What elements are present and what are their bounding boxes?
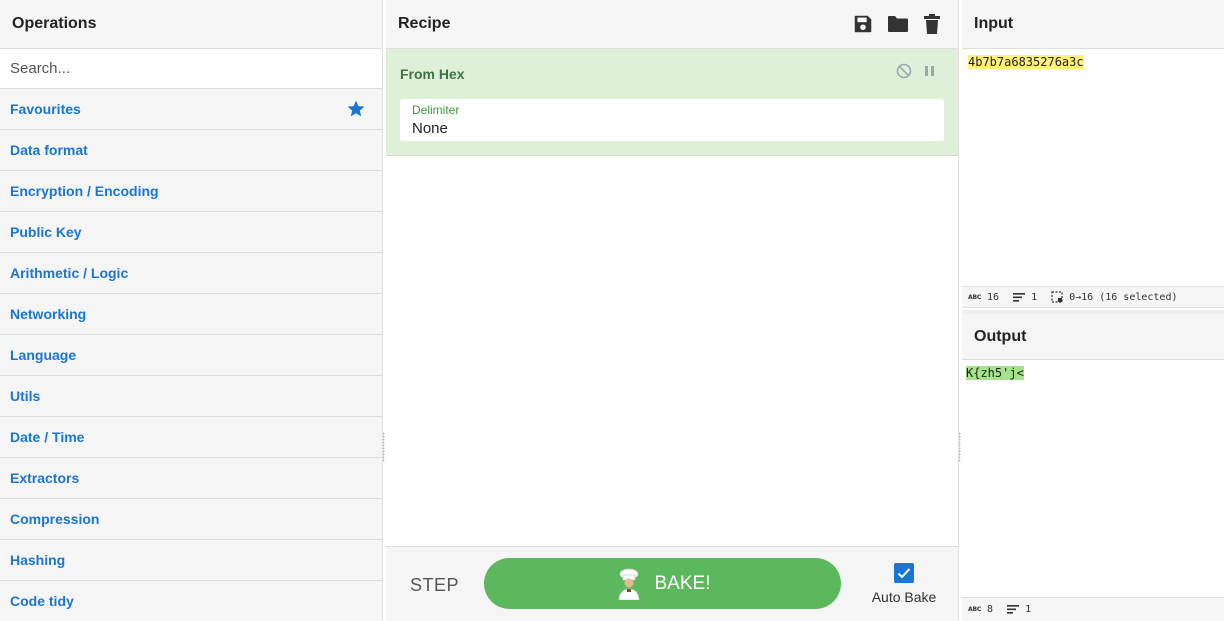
- category-label: Utils: [10, 388, 41, 404]
- lines-icon: [1007, 605, 1020, 614]
- autobake-label: Auto Bake: [871, 589, 937, 605]
- category-label: Favourites: [10, 101, 81, 117]
- save-icon[interactable]: [852, 13, 874, 35]
- category-label: Language: [10, 347, 77, 363]
- category-arithmetic-logic[interactable]: Arithmetic / Logic: [0, 253, 382, 294]
- trash-icon[interactable]: [922, 13, 942, 35]
- recipe-operation-from-hex[interactable]: From Hex Delimiter None: [386, 49, 958, 156]
- disable-icon[interactable]: [896, 63, 912, 79]
- recipe-title: Recipe: [398, 15, 451, 32]
- category-language[interactable]: Language: [0, 335, 382, 376]
- step-button[interactable]: STEP: [410, 575, 459, 596]
- abc-icon: ABC: [968, 293, 982, 301]
- input-selection-value: 0→16 (16 selected): [1069, 291, 1178, 303]
- operation-controls: [896, 63, 936, 79]
- recipe-toolbar: [852, 13, 942, 35]
- category-public-key[interactable]: Public Key: [0, 212, 382, 253]
- delimiter-label: Delimiter: [412, 103, 460, 117]
- output-length-value: 8: [987, 604, 994, 615]
- output-textarea[interactable]: K{zh5'j<: [962, 360, 1224, 596]
- operations-pane: Operations Favourites Data format Encryp…: [0, 0, 383, 621]
- input-lines-value: 1: [1031, 291, 1038, 303]
- category-label: Date / Time: [10, 429, 85, 445]
- delimiter-field[interactable]: Delimiter None: [400, 99, 944, 141]
- category-utils[interactable]: Utils: [0, 376, 382, 417]
- category-compression[interactable]: Compression: [0, 499, 382, 540]
- input-status-bar: ABC 16 1 0→16 (16 selected): [962, 286, 1224, 308]
- recipe-controls: STEP BAKE! Auto Bake: [386, 546, 958, 621]
- input-textarea[interactable]: 4b7b7a6835276a3c: [962, 49, 1224, 286]
- category-data-format[interactable]: Data format: [0, 130, 382, 171]
- delimiter-value[interactable]: None: [412, 120, 448, 137]
- category-label: Extractors: [10, 470, 80, 486]
- bake-label: BAKE!: [654, 572, 711, 594]
- output-status-bar: ABC 8 1: [962, 597, 1224, 621]
- input-length-value: 16: [987, 291, 1000, 303]
- input-text: 4b7b7a6835276a3c: [968, 55, 1084, 69]
- operation-name: From Hex: [400, 66, 465, 82]
- category-label: Arithmetic / Logic: [10, 265, 129, 281]
- abc-icon: ABC: [968, 606, 982, 613]
- category-label: Compression: [10, 511, 100, 527]
- io-pane: Input 4b7b7a6835276a3c ABC 16 1 0→16 (16…: [962, 0, 1224, 621]
- category-date-time[interactable]: Date / Time: [0, 417, 382, 458]
- checkbox-icon[interactable]: [894, 563, 914, 583]
- category-hashing[interactable]: Hashing: [0, 540, 382, 581]
- output-title: Output: [962, 310, 1224, 360]
- input-lines: 1: [1013, 292, 1037, 303]
- folder-icon[interactable]: [886, 13, 910, 35]
- star-icon: [347, 100, 365, 117]
- search-input[interactable]: [10, 60, 370, 77]
- category-label: Networking: [10, 306, 87, 322]
- bake-button[interactable]: BAKE!: [484, 558, 841, 609]
- input-length: ABC 16: [968, 292, 999, 303]
- category-label: Code tidy: [10, 593, 74, 609]
- ops-recipe-resize-handle[interactable]: [382, 432, 385, 462]
- category-extractors[interactable]: Extractors: [0, 458, 382, 499]
- autobake-toggle[interactable]: Auto Bake: [872, 563, 936, 605]
- input-title: Input: [962, 0, 1224, 49]
- search-box[interactable]: [0, 49, 382, 89]
- category-label: Public Key: [10, 224, 82, 240]
- selection-icon: [1051, 291, 1063, 303]
- operations-title: Operations: [0, 0, 382, 49]
- pause-icon[interactable]: [924, 64, 936, 78]
- category-encryption-encoding[interactable]: Encryption / Encoding: [0, 171, 382, 212]
- category-label: Data format: [10, 142, 88, 158]
- cyberchef-app: Operations Favourites Data format Encryp…: [0, 0, 1224, 621]
- category-label: Encryption / Encoding: [10, 183, 159, 199]
- chef-icon: [618, 568, 639, 600]
- category-label: Hashing: [10, 552, 66, 568]
- lines-icon: [1013, 292, 1026, 302]
- category-code-tidy[interactable]: Code tidy: [0, 581, 382, 621]
- recipe-pane: Recipe From Hex Delimiter None STEP BAKE…: [386, 0, 959, 621]
- category-networking[interactable]: Networking: [0, 294, 382, 335]
- output-lines: 1: [1007, 604, 1031, 615]
- recipe-header: Recipe: [386, 0, 958, 49]
- category-favourites[interactable]: Favourites: [0, 89, 382, 130]
- output-lines-value: 1: [1025, 604, 1032, 615]
- input-selection: 0→16 (16 selected): [1051, 291, 1177, 303]
- output-length: ABC 8: [968, 604, 993, 615]
- output-text: K{zh5'j<: [966, 366, 1024, 380]
